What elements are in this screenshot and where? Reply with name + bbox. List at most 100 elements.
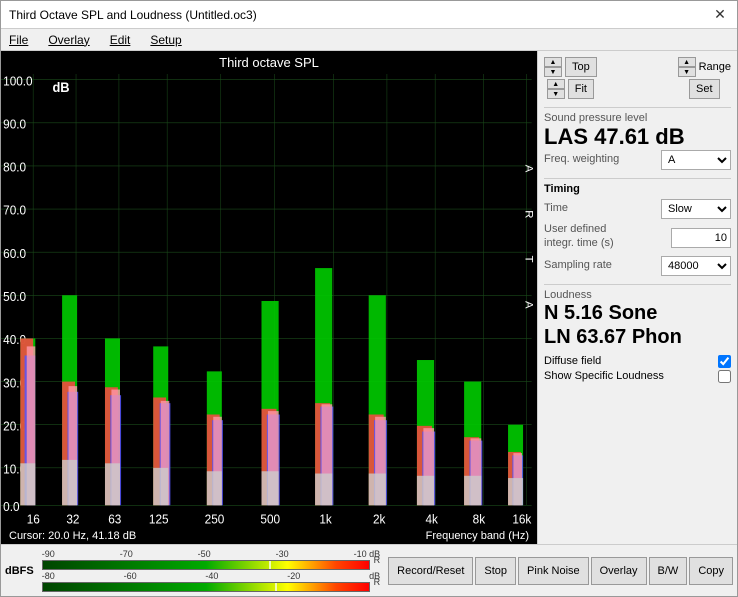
svg-text:32: 32 (66, 512, 79, 526)
fit-up-btn[interactable] (547, 79, 565, 89)
overlay-button[interactable]: Overlay (591, 557, 647, 585)
range-row: Range (678, 57, 731, 77)
menu-file[interactable]: File (5, 32, 32, 48)
svg-text:60.0: 60.0 (3, 247, 26, 261)
menu-setup[interactable]: Setup (146, 32, 185, 48)
freq-weight-select[interactable]: A B C Z (661, 150, 731, 170)
fit-button[interactable]: Fit (568, 79, 594, 99)
dbfs-label: dBFS (1, 565, 38, 577)
user-integr-row: User defined integr. time (s) 10 (544, 223, 731, 251)
svg-text:70.0: 70.0 (3, 203, 26, 217)
svg-text:90.0: 90.0 (3, 117, 26, 131)
top-spinner (544, 57, 562, 77)
scale-bot-2: -40 (205, 571, 218, 581)
top-row: Top (544, 57, 597, 77)
bottom-bar: dBFS -90 -70 -50 -30 -10 dB R -80 (1, 544, 737, 596)
user-integr-label: User defined integr. time (s) (544, 223, 634, 249)
range-label: Range (699, 61, 731, 73)
top-controls: Top Fit (544, 57, 731, 99)
freq-weight-row: Freq. weighting A B C Z (544, 150, 731, 170)
menu-bar: File Overlay Edit Setup (1, 29, 737, 51)
show-specific-label: Show Specific Loudness (544, 370, 664, 382)
svg-text:A: A (523, 301, 535, 309)
show-specific-checkbox[interactable] (718, 370, 731, 383)
scale-bot-4: dB (369, 571, 380, 581)
svg-text:4k: 4k (426, 512, 439, 526)
range-up-btn[interactable] (678, 57, 696, 67)
diffuse-field-row: Diffuse field (544, 355, 731, 368)
timing-section: Timing Time Slow Fast User defined integ… (544, 178, 731, 279)
top-col: Top Fit (544, 57, 597, 99)
scale-top-2: -50 (198, 549, 211, 559)
range-spinner (678, 57, 696, 77)
freq-weight-label: Freq. weighting (544, 153, 619, 165)
stop-button[interactable]: Stop (475, 557, 516, 585)
bw-button[interactable]: B/W (649, 557, 688, 585)
svg-text:125: 125 (149, 512, 169, 526)
chart-title: Third octave SPL (1, 51, 537, 74)
sampling-select[interactable]: 48000 44100 96000 (661, 256, 731, 276)
scale-bot-1: -60 (124, 571, 137, 581)
scale-top-1: -70 (120, 549, 133, 559)
right-panel: Top Fit (537, 51, 737, 544)
freq-band-label: Frequency band (Hz) (426, 530, 529, 542)
chart-svg: 100.0 90.0 80.0 70.0 60.0 50.0 40.0 30.0… (1, 74, 537, 528)
title-bar: Third Octave SPL and Loudness (Untitled.… (1, 1, 737, 29)
svg-text:0.0: 0.0 (3, 500, 20, 514)
svg-text:A: A (523, 165, 535, 173)
spl-section: Sound pressure level LAS 47.61 dB Freq. … (544, 107, 731, 174)
fit-down-btn[interactable] (547, 89, 565, 99)
time-row: Time Slow Fast (544, 199, 731, 219)
window-title: Third Octave SPL and Loudness (Untitled.… (9, 8, 257, 22)
chart-container: 100.0 90.0 80.0 70.0 60.0 50.0 40.0 30.0… (1, 74, 537, 528)
svg-text:250: 250 (205, 512, 225, 526)
record-reset-button[interactable]: Record/Reset (388, 557, 473, 585)
copy-button[interactable]: Copy (689, 557, 733, 585)
show-specific-row: Show Specific Loudness (544, 370, 731, 383)
main-content: Third octave SPL (1, 51, 737, 544)
diffuse-field-label: Diffuse field (544, 355, 601, 367)
scale-bot-0: -80 (42, 571, 55, 581)
pink-noise-button[interactable]: Pink Noise (518, 557, 589, 585)
range-down-btn[interactable] (678, 67, 696, 77)
menu-edit[interactable]: Edit (106, 32, 135, 48)
top-button[interactable]: Top (565, 57, 597, 77)
svg-text:2k: 2k (373, 512, 386, 526)
chart-area: Third octave SPL (1, 51, 537, 544)
bottom-buttons: Record/Reset Stop Pink Noise Overlay B/W… (384, 553, 737, 589)
timing-title: Timing (544, 183, 731, 195)
level-meter: -90 -70 -50 -30 -10 dB R -80 -60 -40 -20 (38, 545, 384, 596)
chart-footer: Cursor: 20.0 Hz, 41.18 dB Frequency band… (1, 528, 537, 544)
scale-top-3: -30 (276, 549, 289, 559)
fit-row: Fit (547, 79, 594, 99)
menu-overlay[interactable]: Overlay (44, 32, 93, 48)
top-up-btn[interactable] (544, 57, 562, 67)
set-button[interactable]: Set (689, 79, 720, 99)
time-label: Time (544, 202, 568, 214)
close-button[interactable]: ✕ (711, 6, 729, 24)
time-select[interactable]: Slow Fast (661, 199, 731, 219)
set-row: Set (689, 79, 720, 99)
main-window: Third Octave SPL and Loudness (Untitled.… (0, 0, 738, 597)
loudness-section: Loudness N 5.16 Sone LN 63.67 Phon Diffu… (544, 284, 731, 385)
user-integr-input[interactable]: 10 (671, 228, 731, 248)
svg-text:16k: 16k (512, 512, 532, 526)
top-down-btn[interactable] (544, 67, 562, 77)
svg-text:dB: dB (52, 80, 69, 95)
loudness-ln-value: LN 63.67 Phon (544, 325, 731, 349)
loudness-label: Loudness (544, 289, 731, 301)
spl-label: Sound pressure level (544, 112, 731, 124)
svg-text:50.0: 50.0 (3, 290, 26, 304)
cursor-info: Cursor: 20.0 Hz, 41.18 dB (9, 530, 136, 542)
spl-value: LAS 47.61 dB (544, 124, 731, 150)
loudness-n-value: N 5.16 Sone (544, 301, 731, 325)
svg-text:100.0: 100.0 (3, 74, 33, 88)
svg-text:8k: 8k (473, 512, 486, 526)
diffuse-field-checkbox[interactable] (718, 355, 731, 368)
svg-text:63: 63 (108, 512, 121, 526)
sampling-row: Sampling rate 48000 44100 96000 (544, 256, 731, 276)
sampling-label: Sampling rate (544, 259, 612, 271)
range-col: Range Set (678, 57, 731, 99)
svg-text:R: R (523, 210, 535, 218)
scale-top-0: -90 (42, 549, 55, 559)
